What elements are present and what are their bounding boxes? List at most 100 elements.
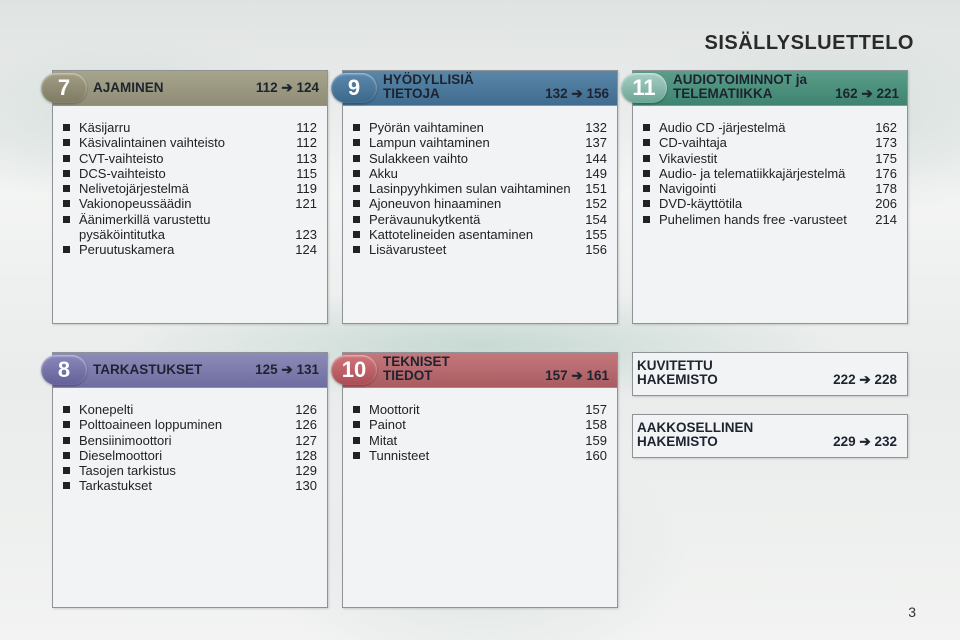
toc-entry[interactable]: Vikaviestit 175 [641,151,897,166]
toc-entry[interactable]: Lampun vaihtaminen 137 [351,135,607,150]
bullet-square-icon [643,139,650,147]
toc-entry[interactable]: Nelivetojärjestelmä 119 [61,181,317,196]
toc-entry-page: 151 [585,181,607,197]
toc-entry-label: CVT-vaihteisto [79,150,164,166]
section-8-header[interactable]: 8 TARKASTUKSET 125 ➔ 131 [41,353,327,388]
toc-entry-page: 158 [585,417,607,433]
toc-entry[interactable]: Mitat 159 [351,433,607,448]
section-10-heading: TEKNISET TIEDOT 157 ➔ 161 [383,355,609,383]
bullet-square-icon [63,246,70,254]
toc-entry[interactable]: Kattotelineiden asentaminen 155 [351,227,607,242]
toc-entry[interactable]: Tunnisteet 160 [351,448,607,463]
section-7-list: Käsijarru 112 Käsivalintainen vaihteisto 11… [53,106,327,258]
toc-entry[interactable]: Akku 149 [351,166,607,181]
section-11-range: 162 ➔ 221 [835,86,899,101]
toc-entry-page: 128 [295,447,317,463]
toc-entry[interactable]: Polttoaineen loppuminen 126 [61,417,317,432]
section-7-badge: 7 [41,73,87,103]
toc-entry[interactable]: Sulakkeen vaihto 144 [351,151,607,166]
toc-entry[interactable]: Lisävarusteet 156 [351,242,607,257]
section-7-heading: AJAMINEN 112 ➔ 124 [93,81,319,95]
section-11-box: 11 AUDIOTOIMINNOT ja TELEMATIIKKA 162 ➔ … [621,70,908,324]
bullet-square-icon [63,139,70,147]
toc-entry[interactable]: Perävaunukytkentä 154 [351,212,607,227]
toc-entry[interactable]: Audio- ja telematiikkajärjestelmä 176 [641,166,897,181]
toc-entry[interactable]: Painot 158 [351,417,607,432]
toc-entry[interactable]: Käsivalintainen vaihteisto 112 [61,135,317,150]
toc-entry-page: 115 [296,165,317,181]
toc-entry-label: Konepelti [79,402,134,417]
section-8-range: 125 ➔ 131 [255,362,319,377]
toc-entry-label: Perävaunukytkentä [369,211,481,227]
toc-entry-label: Audio- ja telematiikkajärjestelmä [659,165,846,181]
bullet-square-icon [63,436,70,444]
toc-entry-page: 156 [585,242,607,258]
section-11-badge: 11 [621,73,667,103]
toc-entry-page: 119 [296,181,317,197]
toc-entry[interactable]: Vakionopeussäädin 121 [61,196,317,211]
toc-entry-page: 126 [295,417,317,433]
toc-entry-label: Mitat [369,432,398,448]
pictorial-index-link[interactable]: KUVITETTU HAKEMISTO 222 ➔ 228 [632,352,908,396]
toc-entry[interactable]: Äänimerkillä varustettu pysäköintitutka 1… [61,212,317,243]
section-7-header[interactable]: 7 AJAMINEN 112 ➔ 124 [41,71,327,106]
toc-entry-page: 206 [875,196,897,212]
toc-entry[interactable]: Moottorit 157 [351,402,607,417]
section-7-range: 112 ➔ 124 [255,80,319,95]
toc-entry-page: 112 [296,135,317,151]
toc-entry-page: 157 [585,402,607,417]
section-10-list: Moottorit 157 Painot 158 Mitat 159 Tunnisteet 1… [343,388,617,463]
toc-entry[interactable]: Peruutuskamera 124 [61,242,317,257]
toc-entry-label: Lasinpyyhkimen sulan vaihtaminen [369,181,571,197]
toc-entry-label: Moottorit [369,402,420,417]
toc-entry-label: Ajoneuvon hinaaminen [369,196,502,212]
toc-entry[interactable]: Lasinpyyhkimen sulan vaihtaminen 151 [351,181,607,196]
toc-entry-label: CD-vaihtaja [659,135,727,151]
bullet-square-icon [353,406,360,413]
bullet-square-icon [63,406,70,413]
toc-entry-label: Puhelimen hands free -varusteet [659,211,847,227]
section-10-title-line2: TIEDOT [383,368,433,383]
toc-entry-page: 173 [875,135,897,151]
toc-entry[interactable]: DCS-vaihteisto 115 [61,166,317,181]
section-9-header[interactable]: 9 HYÖDYLLISIÄ TIETOJA 132 ➔ 156 [331,71,617,106]
toc-entry-label: Akku [369,165,398,181]
toc-entry-label: Pyörän vaihtaminen [369,120,484,135]
toc-entry[interactable]: Audio CD -järjestelmä 162 [641,120,897,135]
toc-entry[interactable]: Konepelti 126 [61,402,317,417]
toc-entry[interactable]: Tarkastukset 130 [61,478,317,493]
alphabetical-index-link[interactable]: AAKKOSELLINEN HAKEMISTO 229 ➔ 232 [632,414,908,458]
toc-entry-page: 176 [875,165,897,181]
toc-entry[interactable]: Käsijarru 112 [61,120,317,135]
bullet-square-icon [353,154,360,162]
bullet-square-icon [643,169,650,177]
toc-entry-page: 154 [585,211,607,227]
toc-entry[interactable]: Navigointi 178 [641,181,897,196]
toc-entry[interactable]: Pyörän vaihtaminen 132 [351,120,607,135]
toc-entry[interactable]: Dieselmoottori 128 [61,448,317,463]
bullet-square-icon [353,215,360,223]
section-10-header[interactable]: 10 TEKNISET TIEDOT 157 ➔ 161 [331,353,617,388]
toc-entry-page: 137 [585,135,607,151]
toc-entry[interactable]: Puhelimen hands free -varusteet 214 [641,212,897,227]
section-11-list: Audio CD -järjestelmä 162 CD-vaihtaja 173 Vi… [633,106,907,227]
toc-entry[interactable]: Tasojen tarkistus 129 [61,463,317,478]
pictorial-index-line2: HAKEMISTO [637,372,718,387]
toc-entry-label: Sulakkeen vaihto [369,150,469,166]
toc-entry[interactable]: CVT-vaihteisto 113 [61,151,317,166]
toc-entry-page: 126 [295,402,317,417]
bullet-square-icon [353,436,360,444]
bullet-square-icon [353,139,360,147]
toc-entry-label: Käsivalintainen vaihteisto [79,135,225,151]
bullet-square-icon [63,215,70,223]
section-11-heading: AUDIOTOIMINNOT ja TELEMATIIKKA 162 ➔ 221 [673,73,899,101]
toc-entry[interactable]: CD-vaihtaja 173 [641,135,897,150]
bullet-square-icon [63,451,70,459]
section-9-box: 9 HYÖDYLLISIÄ TIETOJA 132 ➔ 156 Pyörän v… [331,70,618,324]
section-8-badge: 8 [41,355,87,385]
toc-entry[interactable]: DVD-käyttötila 206 [641,196,897,211]
section-11-header[interactable]: 11 AUDIOTOIMINNOT ja TELEMATIIKKA 162 ➔ … [621,71,907,106]
toc-entry[interactable]: Bensiinimoottori 127 [61,433,317,448]
toc-entry[interactable]: Ajoneuvon hinaaminen 152 [351,196,607,211]
bullet-square-icon [63,185,70,193]
